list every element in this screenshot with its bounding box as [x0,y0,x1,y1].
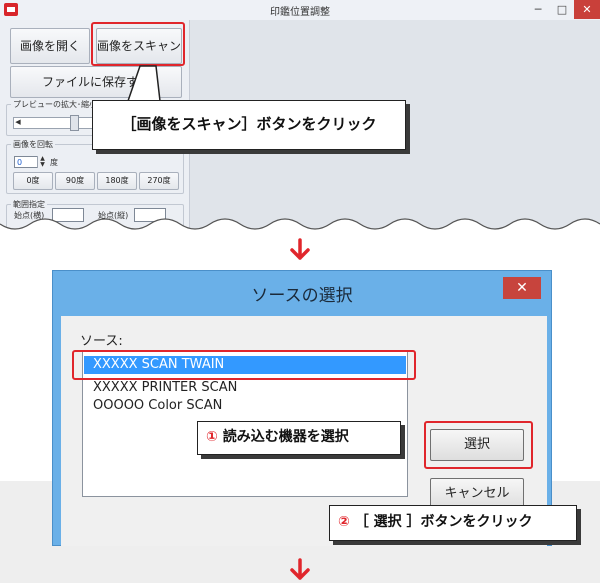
down-arrow-icon [290,238,310,260]
scroll-left-icon[interactable]: ◀ [13,117,23,127]
step-1-number: ① [206,429,218,445]
minimize-button[interactable]: ─ [526,0,550,19]
scan-instruction-callout: ［画像をスキャン］ボタンをクリック [92,100,406,150]
rotate-270-button[interactable]: 270度 [139,172,179,190]
choose-device-callout: ① 読み込む機器を選択 [197,421,401,455]
zoom-slider-thumb[interactable] [70,115,79,131]
choose-device-text: 読み込む機器を選択 [222,429,349,445]
down-arrow-icon [290,558,310,580]
source-item-color[interactable]: OOOOO Color SCAN [93,398,222,413]
click-select-callout: ② ［ 選択 ］ボタンをクリック [329,505,577,541]
save-file-button[interactable]: ファイルに保存する [10,66,182,98]
rotate-0-button[interactable]: 0度 [13,172,53,190]
window-title: 印鑑位置調整 [270,7,330,18]
source-highlight [72,350,416,380]
rotate-180-button[interactable]: 180度 [97,172,137,190]
click-select-text: ［ 選択 ］ボタンをクリック [354,514,533,530]
scan-button-highlight [91,22,185,66]
select-button-highlight [424,421,533,469]
step-2-number: ② [338,514,350,530]
maximize-button[interactable]: □ [550,0,574,19]
dialog-close-button[interactable]: ✕ [503,277,541,299]
rotate-90-button[interactable]: 90度 [55,172,95,190]
rotate-group-label: 画像を回転 [11,139,55,150]
source-item-printer[interactable]: XXXXX PRINTER SCAN [93,380,237,395]
source-label: ソース: [80,334,123,349]
window-close-button[interactable]: ✕ [574,0,600,19]
rotate-unit-label: 度 [50,158,58,167]
open-image-button[interactable]: 画像を開く [10,28,90,64]
spinner-arrows-icon[interactable]: ▲ ▼ [37,156,47,168]
dialog-title: ソースの選択 [251,286,353,306]
zoom-group-label: プレビューの拡大･縮小 [11,99,99,110]
